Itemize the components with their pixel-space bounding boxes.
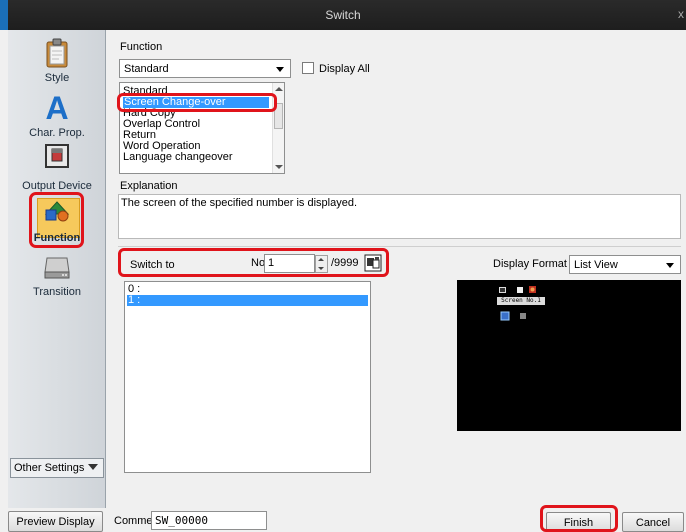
main-panel: Function Standard Display All Standard S… <box>108 30 686 508</box>
function-combo[interactable]: Standard <box>119 59 291 78</box>
list-item-selected[interactable]: 1 : <box>127 295 368 306</box>
other-settings-label: Other Settings <box>14 462 85 474</box>
clipboard-icon <box>46 38 68 68</box>
screen-preview: Screen No.1 <box>457 280 681 431</box>
list-item[interactable]: Language changeover <box>123 152 232 163</box>
sidebar-item-label: Output Device <box>22 180 92 192</box>
close-button[interactable]: x <box>678 7 684 21</box>
drive-icon <box>44 257 70 279</box>
finish-highlight <box>540 505 618 532</box>
display-format-label: Display Format <box>493 258 567 270</box>
display-format-value: List View <box>574 259 618 271</box>
switch-to-highlight <box>118 248 389 277</box>
sidebar-item-label: Transition <box>33 286 81 298</box>
scroll-up-icon[interactable] <box>275 87 283 91</box>
divider <box>118 246 681 247</box>
chevron-down-icon <box>666 263 674 268</box>
display-all-label: Display All <box>319 63 370 75</box>
letter-a-icon: A <box>45 92 68 122</box>
display-format-combo[interactable]: List View <box>569 255 681 274</box>
explanation-text: The screen of the specified number is di… <box>118 194 681 239</box>
sidebar-item-style[interactable]: Style <box>8 38 106 94</box>
sidebar-item-transition[interactable]: Transition <box>8 254 106 300</box>
sidebar-item-output-device[interactable]: Output Device <box>8 144 106 194</box>
chevron-down-icon <box>276 67 284 72</box>
function-combo-value: Standard <box>124 63 169 75</box>
title-bar: Switch x <box>0 0 686 30</box>
preview-display-button[interactable]: Preview Display <box>8 511 103 532</box>
explanation-label: Explanation <box>120 180 178 192</box>
svg-text:A: A <box>45 92 68 122</box>
selection-highlight <box>117 93 277 112</box>
chevron-down-icon <box>88 464 98 470</box>
sidebar-item-char-prop[interactable]: A Char. Prop. <box>8 92 106 144</box>
screen-list[interactable]: 0 : 1 : <box>124 281 371 473</box>
comment-input[interactable]: SW_00000 <box>151 511 267 530</box>
other-settings-dropdown[interactable]: Other Settings <box>10 458 104 478</box>
sidebar-item-label: Style <box>44 72 70 84</box>
output-device-icon <box>45 144 69 168</box>
scroll-down-icon[interactable] <box>275 165 283 169</box>
function-highlight <box>29 192 84 248</box>
comment-label: Comme <box>114 515 153 527</box>
window-title: Switch <box>325 8 361 22</box>
display-all-checkbox[interactable] <box>302 62 314 74</box>
cancel-button[interactable]: Cancel <box>622 512 684 532</box>
function-label: Function <box>120 41 163 53</box>
preview-caption: Screen No.1 <box>497 297 545 305</box>
sidebar: Style A Char. Prop. Output Device Functi… <box>8 30 106 508</box>
sidebar-item-label: Char. Prop. <box>29 127 85 139</box>
